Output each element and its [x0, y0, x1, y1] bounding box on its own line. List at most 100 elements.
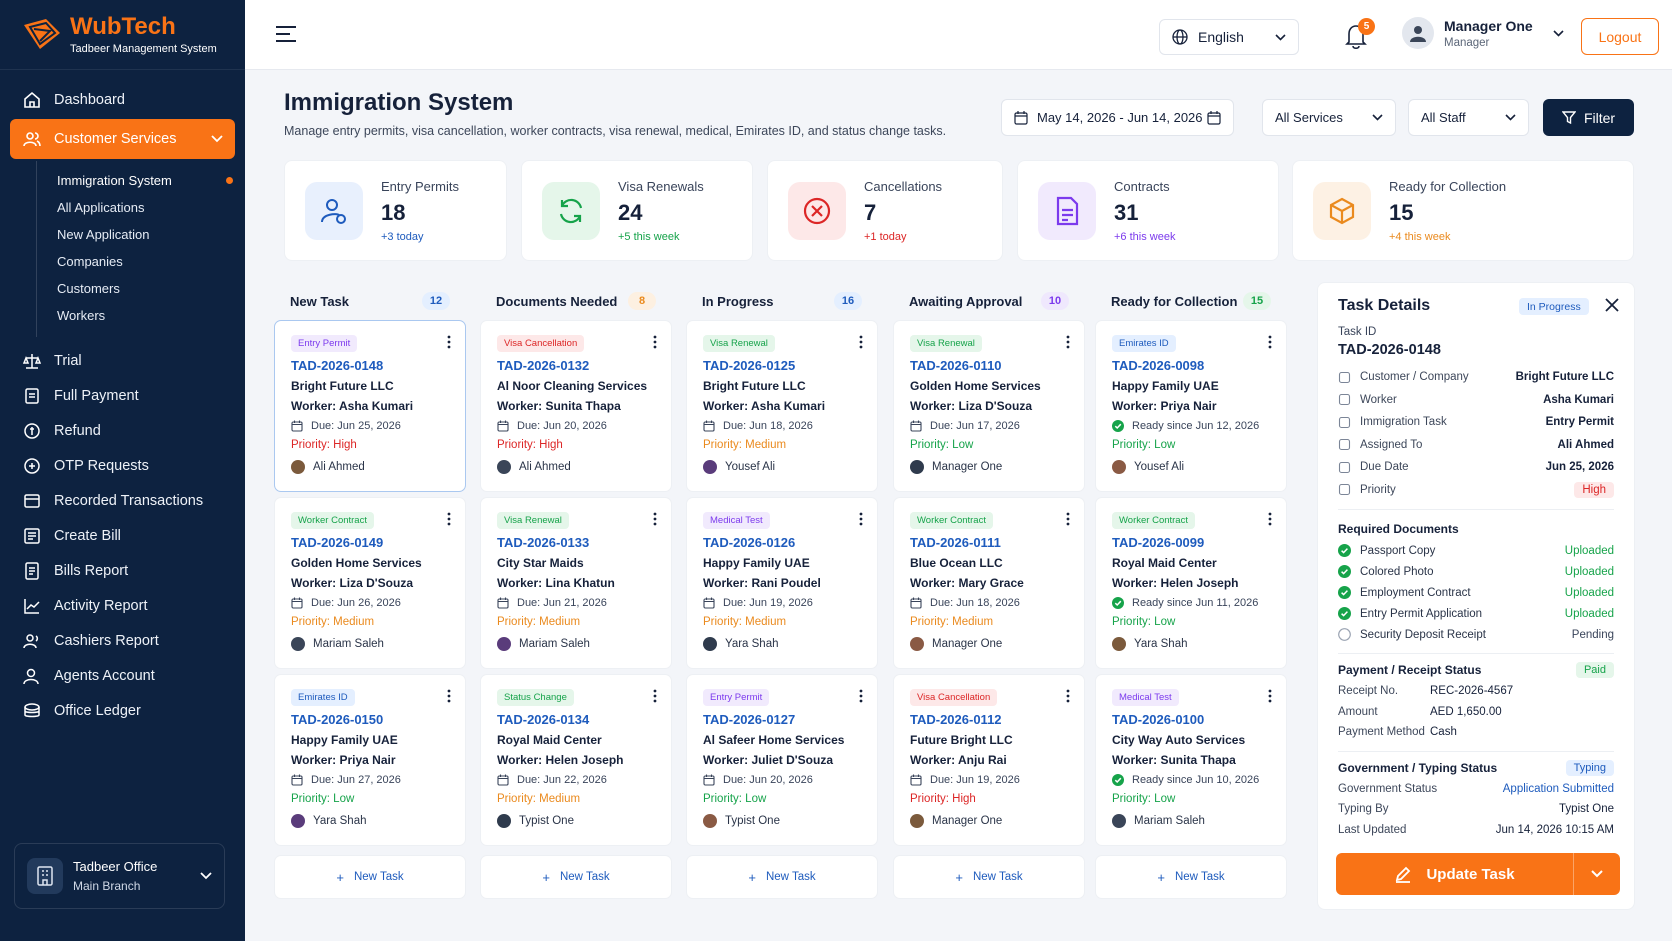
update-task-dropdown[interactable] [1574, 870, 1620, 878]
sidebar-item-trial[interactable]: Trial [0, 343, 245, 378]
sidebar-item-activity-report[interactable]: Activity Report [0, 588, 245, 623]
task-card[interactable]: Visa Cancellation TAD-2026-0112 Future B… [893, 674, 1085, 846]
more-vertical-icon[interactable] [859, 335, 863, 349]
sidebar-item-agents-account[interactable]: Agents Account [0, 658, 245, 693]
close-icon[interactable] [1604, 297, 1620, 313]
more-vertical-icon[interactable] [1066, 689, 1070, 703]
task-card[interactable]: Visa Renewal TAD-2026-0110 Golden Home S… [893, 320, 1085, 492]
task-id[interactable]: TAD-2026-0125 [703, 358, 861, 373]
office-switcher[interactable]: Tadbeer Office Main Branch [14, 843, 225, 909]
more-vertical-icon[interactable] [653, 335, 657, 349]
sidebar-item-recorded-transactions[interactable]: Recorded Transactions [0, 483, 245, 518]
more-vertical-icon[interactable] [859, 689, 863, 703]
more-vertical-icon[interactable] [1268, 512, 1272, 526]
task-card[interactable]: Visa Renewal TAD-2026-0125 Bright Future… [686, 320, 878, 492]
task-assignee: Mariam Saleh [291, 637, 449, 651]
document-status: Uploaded [1564, 544, 1614, 557]
task-id[interactable]: TAD-2026-0099 [1112, 535, 1270, 550]
language-select[interactable]: English [1159, 19, 1299, 55]
task-card[interactable]: Worker Contract TAD-2026-0099 Royal Maid… [1095, 497, 1287, 669]
update-task-button[interactable]: Update Task [1336, 853, 1620, 895]
sidebar-item-cashiers-report[interactable]: Cashiers Report [0, 623, 245, 658]
sidebar-item-otp-requests[interactable]: OTP Requests [0, 448, 245, 483]
new-task-button[interactable]: + New Task [274, 855, 466, 899]
menu-icon[interactable] [275, 25, 297, 43]
task-card[interactable]: Entry Permit TAD-2026-0127 Al Safeer Hom… [686, 674, 878, 846]
more-vertical-icon[interactable] [447, 512, 451, 526]
more-vertical-icon[interactable] [1066, 512, 1070, 526]
task-id[interactable]: TAD-2026-0098 [1112, 358, 1270, 373]
more-vertical-icon[interactable] [1066, 335, 1070, 349]
user-icon [1338, 394, 1351, 406]
task-id[interactable]: TAD-2026-0133 [497, 535, 655, 550]
sidebar-item-customer-services[interactable]: Customer Services [10, 119, 235, 159]
task-worker: Worker: Liza D'Souza [910, 399, 1032, 413]
sidebar-item-bills-report[interactable]: Bills Report [0, 553, 245, 588]
more-vertical-icon[interactable] [859, 512, 863, 526]
more-vertical-icon[interactable] [447, 689, 451, 703]
sidebar-subitem-all-applications[interactable]: All Applications [37, 194, 245, 221]
stat-label: Ready for Collection [1389, 178, 1507, 194]
services-select[interactable]: All Services [1262, 99, 1396, 136]
task-id[interactable]: TAD-2026-0111 [910, 535, 1068, 550]
new-task-button[interactable]: + New Task [686, 855, 878, 899]
new-task-button[interactable]: + New Task [893, 855, 1085, 899]
task-id[interactable]: TAD-2026-0126 [703, 535, 861, 550]
column-header: In Progress 16 [686, 282, 878, 320]
task-id[interactable]: TAD-2026-0134 [497, 712, 655, 727]
task-card[interactable]: Worker Contract TAD-2026-0111 Blue Ocean… [893, 497, 1085, 669]
sidebar-item-create-bill[interactable]: Create Bill [0, 518, 245, 553]
sidebar-subitem-new-application[interactable]: New Application [37, 221, 245, 248]
sidebar-item-full-payment[interactable]: Full Payment [0, 378, 245, 413]
brand[interactable]: WubTech Tadbeer Management System [0, 0, 245, 70]
task-id[interactable]: TAD-2026-0127 [703, 712, 861, 727]
sidebar-subitem-companies[interactable]: Companies [37, 248, 245, 275]
more-vertical-icon[interactable] [1268, 335, 1272, 349]
filter-button[interactable]: Filter [1543, 99, 1634, 136]
stat-card-cancellations[interactable]: Cancellations 7 +1 today [767, 160, 1003, 261]
sidebar-subitem-immigration-system[interactable]: Immigration System [37, 167, 245, 194]
new-task-button[interactable]: + New Task [480, 855, 672, 899]
staff-select[interactable]: All Staff [1408, 99, 1529, 136]
task-card[interactable]: Medical Test TAD-2026-0100 City Way Auto… [1095, 674, 1287, 846]
task-id[interactable]: TAD-2026-0112 [910, 712, 1068, 727]
task-id[interactable]: TAD-2026-0110 [910, 358, 1068, 373]
task-card[interactable]: Medical Test TAD-2026-0126 Happy Family … [686, 497, 878, 669]
task-card[interactable]: Visa Renewal TAD-2026-0133 City Star Mai… [480, 497, 672, 669]
task-card[interactable]: Emirates ID TAD-2026-0150 Happy Family U… [274, 674, 466, 846]
sidebar-subitem-customers[interactable]: Customers [37, 275, 245, 302]
task-card[interactable]: Entry Permit TAD-2026-0148 Bright Future… [274, 320, 466, 492]
user-menu[interactable]: Manager One Manager [1402, 17, 1564, 49]
logout-button[interactable]: Logout [1581, 18, 1659, 55]
more-vertical-icon[interactable] [653, 689, 657, 703]
task-id[interactable]: TAD-2026-0150 [291, 712, 449, 727]
task-card[interactable]: Status Change TAD-2026-0134 Royal Maid C… [480, 674, 672, 846]
sidebar-subitem-workers[interactable]: Workers [37, 302, 245, 329]
stat-card-ready-for-collection[interactable]: Ready for Collection 15 +4 this week [1292, 160, 1634, 261]
new-task-button[interactable]: + New Task [1095, 855, 1287, 899]
more-vertical-icon[interactable] [447, 335, 451, 349]
sidebar-item-dashboard[interactable]: Dashboard [0, 82, 245, 117]
more-vertical-icon[interactable] [653, 512, 657, 526]
task-id[interactable]: TAD-2026-0148 [291, 358, 449, 373]
more-vertical-icon[interactable] [1268, 689, 1272, 703]
assignee-name: Ali Ahmed [313, 461, 365, 473]
task-id[interactable]: TAD-2026-0100 [1112, 712, 1270, 727]
task-id[interactable]: TAD-2026-0149 [291, 535, 449, 550]
update-task-main[interactable]: Update Task [1336, 853, 1574, 895]
task-card[interactable]: Emirates ID TAD-2026-0098 Happy Family U… [1095, 320, 1287, 492]
task-card[interactable]: Visa Cancellation TAD-2026-0132 Al Noor … [480, 320, 672, 492]
stat-card-visa-renewals[interactable]: Visa Renewals 24 +5 this week [521, 160, 753, 261]
sidebar-item-refund[interactable]: Refund [0, 413, 245, 448]
sidebar-item-office-ledger[interactable]: Office Ledger [0, 693, 245, 728]
government-value: Jun 14, 2026 10:15 AM [1495, 823, 1614, 836]
date-range-picker[interactable]: May 14, 2026 - Jun 14, 2026 [1001, 99, 1234, 136]
kanban-column: Ready for Collection 15 Emirates ID TAD-… [1095, 282, 1287, 899]
task-type-tag: Visa Renewal [497, 512, 569, 529]
stat-card-entry-permits[interactable]: Entry Permits 18 +3 today [284, 160, 507, 261]
stat-card-contracts[interactable]: Contracts 31 +6 this week [1017, 160, 1279, 261]
subitem-label: New Application [57, 227, 150, 242]
task-id[interactable]: TAD-2026-0132 [497, 358, 655, 373]
task-type-tag: Visa Cancellation [497, 335, 585, 352]
task-card[interactable]: Worker Contract TAD-2026-0149 Golden Hom… [274, 497, 466, 669]
